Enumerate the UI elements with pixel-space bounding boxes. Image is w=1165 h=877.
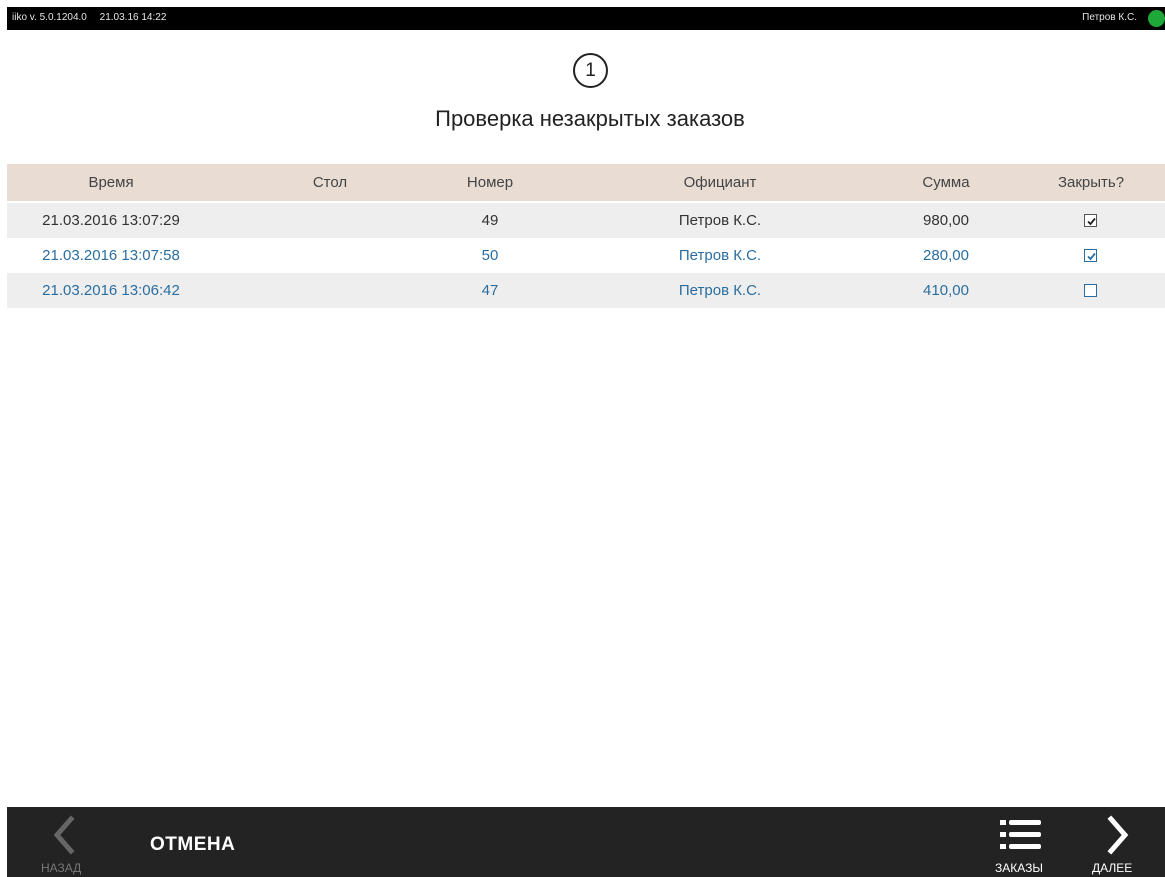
app-version: iiko v. 5.0.1204.0 bbox=[12, 12, 87, 23]
table-row[interactable]: 21.03.2016 13:07:29 49 Петров К.С. 980,0… bbox=[7, 203, 1165, 238]
order-time: 21.03.2016 13:07:58 bbox=[42, 247, 180, 264]
orders-button[interactable]: ЗАКАЗЫ bbox=[992, 813, 1052, 877]
orders-table: Время Стол Номер Официант Сумма Закрыть?… bbox=[7, 164, 1165, 308]
column-header-waiter: Официант bbox=[683, 174, 757, 191]
bottom-toolbar: НАЗАД ОТМЕНА ЗАКАЗЫ ДАЛЕЕ bbox=[7, 807, 1165, 877]
status-bar: iiko v. 5.0.1204.0 21.03.16 14:22 Петров… bbox=[7, 7, 1165, 30]
order-sum: 980,00 bbox=[923, 212, 969, 229]
page-title: Проверка незакрытых заказов bbox=[435, 106, 745, 131]
close-order-checkbox[interactable] bbox=[1084, 249, 1097, 262]
order-sum: 280,00 bbox=[923, 247, 969, 264]
column-header-table: Стол bbox=[312, 174, 348, 191]
order-waiter: Петров К.С. bbox=[678, 247, 762, 264]
back-button-label: НАЗАД bbox=[41, 861, 82, 875]
checkmark-icon bbox=[1087, 252, 1096, 261]
next-button-label: ДАЛЕЕ bbox=[1092, 861, 1133, 875]
order-sum: 410,00 bbox=[923, 282, 969, 299]
connection-status-icon bbox=[1148, 10, 1165, 27]
chevron-right-icon bbox=[1107, 815, 1129, 855]
status-bar-info: iiko v. 5.0.1204.0 21.03.16 14:22 bbox=[12, 12, 176, 23]
chevron-left-icon bbox=[53, 815, 75, 855]
table-row[interactable]: 21.03.2016 13:07:58 50 Петров К.С. 280,0… bbox=[7, 238, 1165, 273]
order-number: 47 bbox=[481, 282, 499, 299]
column-header-number: Номер bbox=[466, 174, 514, 191]
column-header-sum: Сумма bbox=[922, 174, 970, 191]
checkmark-icon bbox=[1087, 217, 1096, 226]
column-header-time: Время bbox=[88, 174, 134, 191]
orders-button-label: ЗАКАЗЫ bbox=[995, 861, 1043, 875]
status-datetime: 21.03.16 14:22 bbox=[99, 12, 167, 23]
close-order-checkbox[interactable] bbox=[1084, 214, 1097, 227]
order-waiter: Петров К.С. bbox=[678, 212, 762, 229]
column-header-close: Закрыть? bbox=[1057, 174, 1125, 191]
current-user: Петров К.С. bbox=[1082, 12, 1137, 23]
next-button[interactable]: ДАЛЕЕ bbox=[1089, 813, 1149, 877]
back-button[interactable]: НАЗАД bbox=[35, 813, 85, 877]
order-number: 50 bbox=[481, 247, 499, 264]
cancel-button[interactable]: ОТМЕНА bbox=[150, 834, 235, 856]
order-time: 21.03.2016 13:06:42 bbox=[42, 282, 180, 299]
table-row[interactable]: 21.03.2016 13:06:42 47 Петров К.С. 410,0… bbox=[7, 273, 1165, 308]
order-time: 21.03.2016 13:07:29 bbox=[42, 212, 180, 229]
list-icon bbox=[1000, 820, 1041, 849]
close-order-checkbox[interactable] bbox=[1084, 284, 1097, 297]
table-header: Время Стол Номер Официант Сумма Закрыть? bbox=[7, 164, 1165, 201]
order-number: 49 bbox=[481, 212, 499, 229]
order-waiter: Петров К.С. bbox=[678, 282, 762, 299]
step-indicator: 1 bbox=[573, 53, 608, 88]
